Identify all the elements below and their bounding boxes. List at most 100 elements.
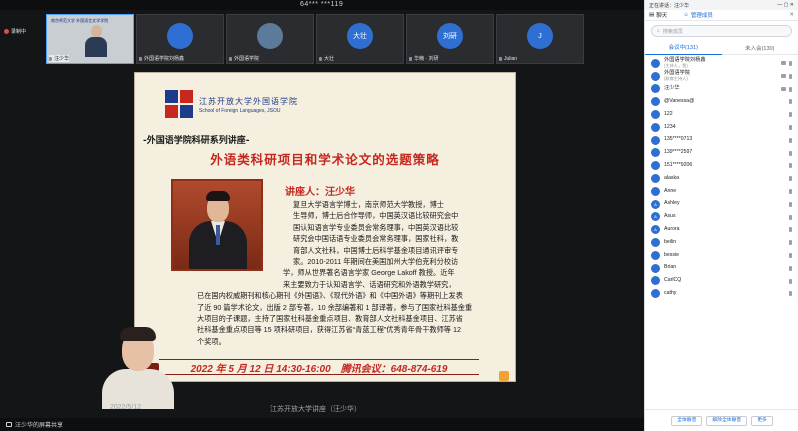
camera-icon[interactable] (781, 73, 786, 78)
list-item[interactable]: bessie (645, 249, 798, 262)
search-icon: ⌕ (657, 28, 660, 34)
avatar (651, 186, 660, 196)
tile-name: 汪少华 (49, 55, 70, 62)
mute-all-button[interactable]: 全体静音 (671, 415, 703, 426)
tab-not-joined[interactable]: 未入会(130) (722, 44, 798, 52)
sidebar-status-bar: 正在讲话：汪少华 — ▢ ✕ (645, 0, 798, 10)
participant-name: @Vanessa@ (664, 97, 695, 104)
mic-icon[interactable] (789, 137, 792, 143)
mic-icon[interactable] (789, 163, 792, 169)
avatar (651, 148, 660, 158)
lecture-datetime: 2022 年 5 月 12 日 14:30-16:00 (190, 363, 331, 375)
avatar (257, 23, 283, 49)
tab-in-meeting[interactable]: 会议中(131) (645, 41, 722, 55)
tab-manage-members[interactable]: ☺ 管理成员 (683, 11, 713, 19)
list-item[interactable]: alaska (645, 172, 798, 185)
mic-icon[interactable] (789, 291, 792, 297)
list-item[interactable]: Brian (645, 262, 798, 275)
members-icon: ☺ (683, 12, 689, 18)
avatar (651, 174, 660, 184)
list-item[interactable]: 122 (645, 108, 798, 121)
participant-tile[interactable]: J Julian (496, 14, 584, 64)
avatar (651, 58, 660, 68)
close-icon[interactable]: ✕ (789, 12, 794, 18)
sidebar-actions: 全体静音 解除全体静音 更多 (645, 409, 798, 431)
participant-name: 122 (664, 110, 673, 117)
unmute-all-button[interactable]: 解除全体静音 (706, 415, 748, 426)
list-item[interactable]: 外国语学院 (联席主持人) (645, 70, 798, 83)
meeting-app: 64*** ***119 录制中 南京师范大学 外国语言文学学院 汪少华 外国语… (0, 0, 798, 431)
member-search-input[interactable]: ⌕ 搜索成员 (651, 25, 792, 37)
camera-icon[interactable] (781, 86, 786, 91)
speaker-camera-overlay[interactable] (96, 325, 186, 409)
recording-indicator[interactable]: 录制中 (4, 28, 26, 35)
mic-icon[interactable] (789, 265, 792, 271)
list-item[interactable]: 汪少华 (645, 83, 798, 96)
avatar (651, 263, 660, 273)
participant-name: 1234 (664, 123, 676, 130)
mic-icon[interactable] (789, 150, 792, 156)
avatar (651, 110, 660, 120)
list-item[interactable]: Anne (645, 185, 798, 198)
mic-icon[interactable] (789, 188, 792, 194)
annotation-icon[interactable] (499, 371, 509, 381)
mic-icon[interactable] (789, 124, 792, 130)
list-item[interactable]: A Aurora (645, 223, 798, 236)
avatar (651, 238, 660, 248)
mic-icon[interactable] (789, 86, 792, 92)
mic-icon (409, 56, 412, 61)
mic-icon[interactable] (789, 99, 792, 105)
list-item[interactable]: 135****0713 (645, 134, 798, 147)
mic-icon[interactable] (789, 214, 792, 220)
avatar (651, 161, 660, 171)
list-item[interactable]: A Asus (645, 211, 798, 224)
mic-icon[interactable] (789, 176, 792, 182)
tab-chat[interactable]: ▤ 聊天 (649, 11, 667, 19)
list-item[interactable]: cathy (645, 287, 798, 300)
mic-icon (499, 56, 502, 61)
meeting-number: 腾讯会议：648-874-619 (340, 363, 448, 375)
participant-name: Brian (664, 264, 677, 271)
mic-icon[interactable] (789, 240, 792, 246)
list-item[interactable]: CarlCQ (645, 275, 798, 288)
participant-tile[interactable]: 刘研 华楠 · 刘研 (406, 14, 494, 64)
camera-icon[interactable] (781, 61, 786, 65)
list-item[interactable]: @Vanessa@ (645, 95, 798, 108)
mic-icon (49, 56, 52, 61)
bio-line: 大项目的子课题，主持了国家社科基金重点项目、教育部人文社科基金项目、江苏省 (197, 314, 463, 324)
more-button[interactable]: 更多 (751, 415, 773, 426)
bio-line: 个奖项。 (197, 336, 226, 346)
avatar: 大壮 (347, 23, 373, 49)
list-item[interactable]: 1234 (645, 121, 798, 134)
list-item[interactable]: A Ashley (645, 198, 798, 211)
list-item[interactable]: beilin (645, 236, 798, 249)
list-item[interactable]: 151****9206 (645, 159, 798, 172)
mic-icon[interactable] (789, 201, 792, 207)
share-label[interactable]: 汪少华的屏幕共享 (6, 420, 63, 429)
mic-icon[interactable] (789, 73, 792, 79)
bio-line: 复旦大学语言学博士，南京师范大学教授，博士 (293, 200, 444, 209)
mic-icon[interactable] (789, 61, 792, 66)
participant-name: bessie (664, 251, 679, 258)
lecturer-name: 讲座人：汪少华 (285, 187, 355, 198)
logo-cn: 江苏开放大学外国语学院 (199, 97, 298, 106)
slide-footer: 2022 年 5 月 12 日 14:30-16:00 腾讯会议：648-874… (159, 359, 479, 375)
tile-name: 外国语学院 (229, 55, 259, 62)
participant-name: Ashley (664, 200, 680, 207)
bio-line: 研究会中国话语专业委员会常务理事，国家社科，教 (293, 234, 459, 244)
mic-icon[interactable] (789, 227, 792, 233)
speaker-video (85, 25, 107, 57)
mic-icon[interactable] (789, 112, 792, 118)
tile-name: 外国语学院刘杨鑫 (139, 55, 184, 62)
participant-tile[interactable]: 大壮 大壮 (316, 14, 404, 64)
window-controls-icon[interactable]: — ▢ ✕ (777, 2, 794, 8)
mic-icon[interactable] (789, 252, 792, 258)
participant-tile[interactable]: 外国语学院刘杨鑫 (136, 14, 224, 64)
participant-tile-speaker[interactable]: 南京师范大学 外国语言文学学院 汪少华 (46, 14, 134, 64)
list-item[interactable]: 139****2597 (645, 147, 798, 160)
mic-icon[interactable] (789, 278, 792, 284)
list-item[interactable]: 外国语学院刘杨鑫 (主持人，我) (645, 57, 798, 70)
participant-tile[interactable]: 外国语学院 (226, 14, 314, 64)
bio-line: 学，师从世界著名语言学家 George Lakoff 教授。近年 (283, 268, 455, 278)
record-dot-icon (4, 29, 9, 34)
